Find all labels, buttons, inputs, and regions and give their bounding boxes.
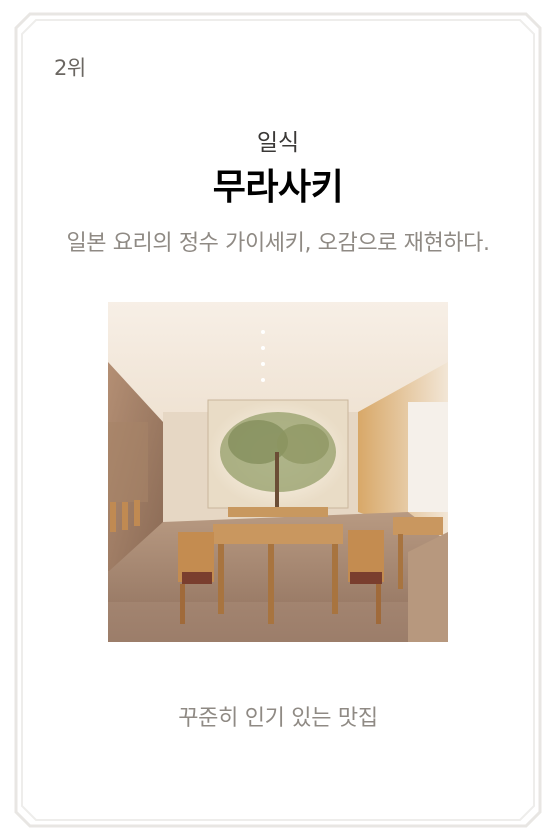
restaurant-photo[interactable] xyxy=(108,302,448,642)
rank-label: 2위 xyxy=(54,56,86,80)
restaurant-description: 일본 요리의 정수 가이세키, 오감으로 재현하다. xyxy=(66,231,490,256)
dining-room-image xyxy=(108,302,448,642)
popularity-tagline: 꾸준히 인기 있는 맛집 xyxy=(178,706,378,731)
cuisine-category: 일식 xyxy=(256,130,300,156)
restaurant-card[interactable]: 2위 일식 무라사키 일본 요리의 정수 가이세키, 오감으로 재현하다. 꾸준… xyxy=(0,0,556,840)
restaurant-name[interactable]: 무라사키 xyxy=(0,158,556,210)
